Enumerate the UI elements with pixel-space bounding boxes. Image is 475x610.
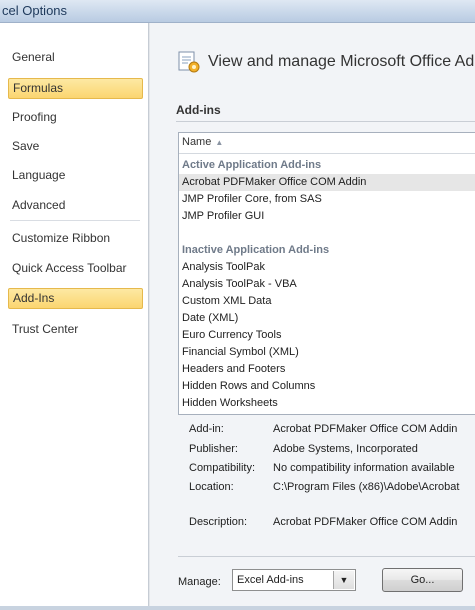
nav-item-formulas[interactable]: Formulas [8,78,143,99]
list-item[interactable]: Headers and Footers [179,361,475,378]
publisher-label: Publisher: [189,443,238,455]
list-item[interactable]: Acrobat PDFMaker Office COM Addin [179,174,475,191]
nav-item-proofing[interactable]: Proofing [8,107,143,128]
go-button[interactable]: Go... [382,568,463,592]
list-item[interactable]: Date (XML) [179,310,475,327]
list-item[interactable]: JMP Profiler Core, from SAS [179,191,475,208]
title-bar: cel Options [0,0,475,23]
list-item[interactable]: JMP Profiler GUI [179,208,475,225]
manage-select[interactable]: Excel Add-ins ▼ [232,569,356,591]
nav-item-advanced[interactable]: Advanced [8,195,143,216]
list-item[interactable]: Analysis ToolPak - VBA [179,276,475,293]
nav-item-save[interactable]: Save [8,136,143,157]
column-header-name[interactable]: Name ▲ [182,136,223,148]
list-item[interactable]: Financial Symbol (XML) [179,344,475,361]
list-item[interactable]: Analysis ToolPak [179,259,475,276]
dropdown-arrow-icon[interactable]: ▼ [333,571,354,589]
section-title: Add-ins [176,103,221,117]
location-label: Location: [189,481,234,493]
compatibility-value: No compatibility information available [273,462,455,474]
nav-separator [10,220,140,221]
list-item[interactable]: Hidden Worksheets [179,395,475,412]
window-bottom-edge [0,606,475,610]
nav-item-quick-access-toolbar[interactable]: Quick Access Toolbar [8,258,143,279]
nav-item-trust-center[interactable]: Trust Center [8,319,143,340]
description-label: Description: [189,516,248,528]
addins-gear-icon [178,51,200,73]
addin-label: Add-in: [189,423,224,435]
list-item[interactable]: Custom XML Data [179,293,475,310]
nav-item-customize-ribbon[interactable]: Customize Ribbon [8,228,143,249]
location-value: C:\Program Files (x86)\Adobe\Acrobat [273,481,460,493]
bottom-divider [178,556,475,557]
nav-item-language[interactable]: Language [8,165,143,186]
publisher-value: Adobe Systems, Incorporated [273,443,418,455]
section-divider [176,121,475,122]
list-header[interactable]: Name ▲ [179,133,475,154]
sort-ascending-icon: ▲ [215,138,224,147]
addin-value: Acrobat PDFMaker Office COM Addin [273,423,458,435]
manage-select-value: Excel Add-ins [237,574,304,586]
nav-item-general[interactable]: General [8,47,143,68]
window-title: cel Options [2,3,68,18]
list-group-header: Active Application Add-ins [182,159,322,171]
list-item[interactable]: Hidden Rows and Columns [179,378,475,395]
description-value: Acrobat PDFMaker Office COM Addin [273,516,458,528]
manage-label: Manage: [178,576,221,588]
addins-list[interactable]: Name ▲ Active Application Add-ins Acrobat … [178,132,475,415]
compatibility-label: Compatibility: [189,462,256,474]
options-nav: General Formulas Proofing Save Language Advan… [0,23,149,610]
nav-item-add-ins[interactable]: Add-Ins [8,288,143,309]
page-title: View and manage Microsoft Office Ad [208,53,475,70]
list-group-header: Inactive Application Add-ins [182,244,330,256]
list-item[interactable]: Euro Currency Tools [179,327,475,344]
